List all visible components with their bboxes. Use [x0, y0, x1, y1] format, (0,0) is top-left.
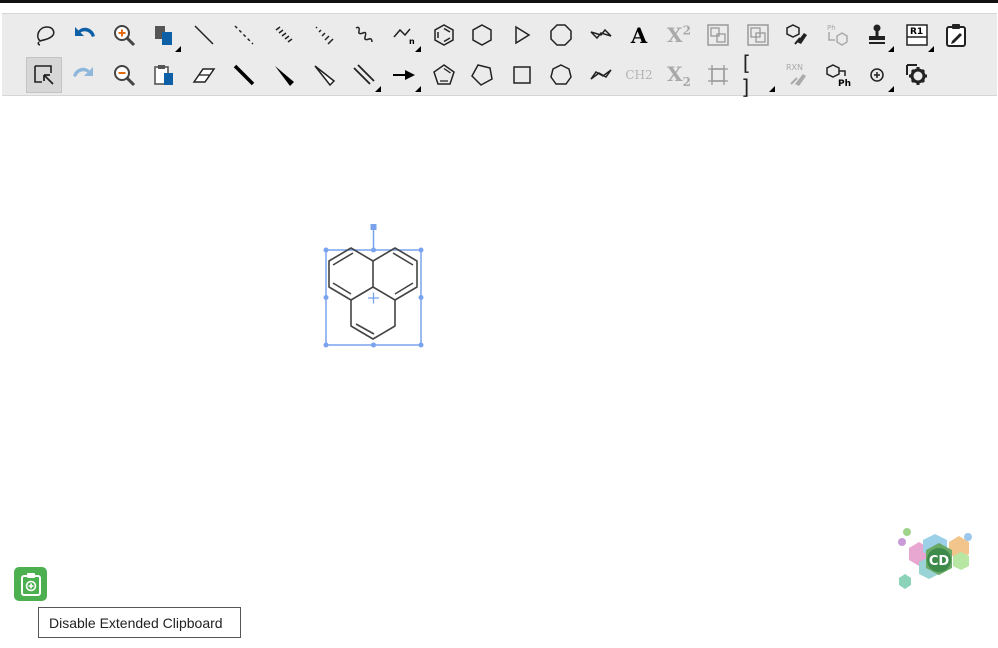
- hashed-wedge-bond-icon[interactable]: [306, 17, 342, 53]
- settings-icon[interactable]: [899, 57, 935, 93]
- double-bond-icon[interactable]: [346, 57, 382, 93]
- cyclobutane-ring-icon[interactable]: [504, 57, 540, 93]
- chair-cyclohexane-2-icon[interactable]: [583, 57, 619, 93]
- drawing-canvas[interactable]: [0, 95, 998, 644]
- ch2-label-icon[interactable]: CH2: [621, 57, 657, 93]
- top-border: [0, 0, 998, 3]
- text-tool-icon[interactable]: A: [621, 17, 657, 53]
- extended-clipboard-button[interactable]: [14, 567, 47, 601]
- redo-icon[interactable]: [66, 57, 102, 93]
- hollow-wedge-bond-icon[interactable]: [306, 57, 342, 93]
- brackets-icon[interactable]: [ ]: [740, 51, 776, 99]
- select-icon[interactable]: [26, 57, 62, 93]
- single-bond-icon[interactable]: [186, 17, 222, 53]
- r-group-icon[interactable]: R1: [899, 17, 935, 53]
- hashed-bond-icon[interactable]: [266, 17, 302, 53]
- toolbar-row-1: n A X2 Ph R1: [2, 15, 997, 55]
- tooltip-text: Disable Extended Clipboard: [49, 614, 223, 631]
- expand-label-icon[interactable]: Ph: [820, 17, 856, 53]
- clipboard-add-icon: [20, 573, 41, 596]
- eraser-icon[interactable]: [186, 57, 222, 93]
- cyclopropane-ring-icon[interactable]: [504, 17, 540, 53]
- cyclopentadiene-ring-icon[interactable]: [426, 57, 462, 93]
- chair-cyclohexane-icon[interactable]: [583, 17, 619, 53]
- copy-icon[interactable]: [146, 17, 182, 53]
- paste-icon[interactable]: [146, 57, 182, 93]
- cyclooctane-ring-icon[interactable]: [543, 17, 579, 53]
- molecule-drawing[interactable]: [0, 95, 998, 644]
- subscript-icon[interactable]: X2: [661, 57, 697, 93]
- cyclohexane-ring-icon[interactable]: [464, 17, 500, 53]
- cyclopentane-ring-icon[interactable]: [464, 57, 500, 93]
- svg-text:R1: R1: [910, 27, 923, 37]
- superscript-icon[interactable]: X2: [661, 17, 697, 53]
- undo-icon[interactable]: [66, 17, 102, 53]
- clean-reaction-icon[interactable]: RXN: [780, 57, 816, 93]
- clean-structure-icon[interactable]: [780, 17, 816, 53]
- zoom-out-icon[interactable]: [106, 57, 142, 93]
- ungroup-icon[interactable]: [740, 17, 776, 53]
- dashed-bond-icon[interactable]: [226, 17, 262, 53]
- cycloheptane-ring-icon[interactable]: [543, 57, 579, 93]
- clipboard-edit-icon[interactable]: [938, 17, 974, 53]
- toolbar: n A X2 Ph R1 CH2 X2 [] RXN Ph: [2, 13, 997, 99]
- group-icon[interactable]: [700, 17, 736, 53]
- zoom-in-icon[interactable]: [106, 17, 142, 53]
- svg-text:CD: CD: [929, 554, 950, 569]
- svg-text:Ph: Ph: [827, 24, 836, 32]
- stamp-icon[interactable]: [859, 17, 895, 53]
- benzene-ring-icon[interactable]: [426, 17, 462, 53]
- charge-icon[interactable]: [859, 57, 895, 93]
- chain-icon[interactable]: n: [386, 17, 422, 53]
- chemdoodle-logo: CD: [893, 528, 975, 590]
- bold-bond-icon[interactable]: [226, 57, 262, 93]
- reaction-center-icon[interactable]: [700, 57, 736, 93]
- lasso-icon[interactable]: [28, 17, 64, 53]
- svg-text:Ph: Ph: [838, 79, 851, 88]
- svg-text:n: n: [409, 37, 415, 46]
- wavy-bond-icon[interactable]: [346, 17, 382, 53]
- contract-label-icon[interactable]: Ph: [820, 57, 856, 93]
- svg-text:RXN: RXN: [786, 63, 803, 72]
- clipboard-tooltip: Disable Extended Clipboard: [38, 607, 241, 638]
- arrow-icon[interactable]: [386, 57, 422, 93]
- toolbar-row-2: CH2 X2 [ ] RXN Ph: [2, 51, 997, 99]
- wedge-bond-icon[interactable]: [266, 57, 302, 93]
